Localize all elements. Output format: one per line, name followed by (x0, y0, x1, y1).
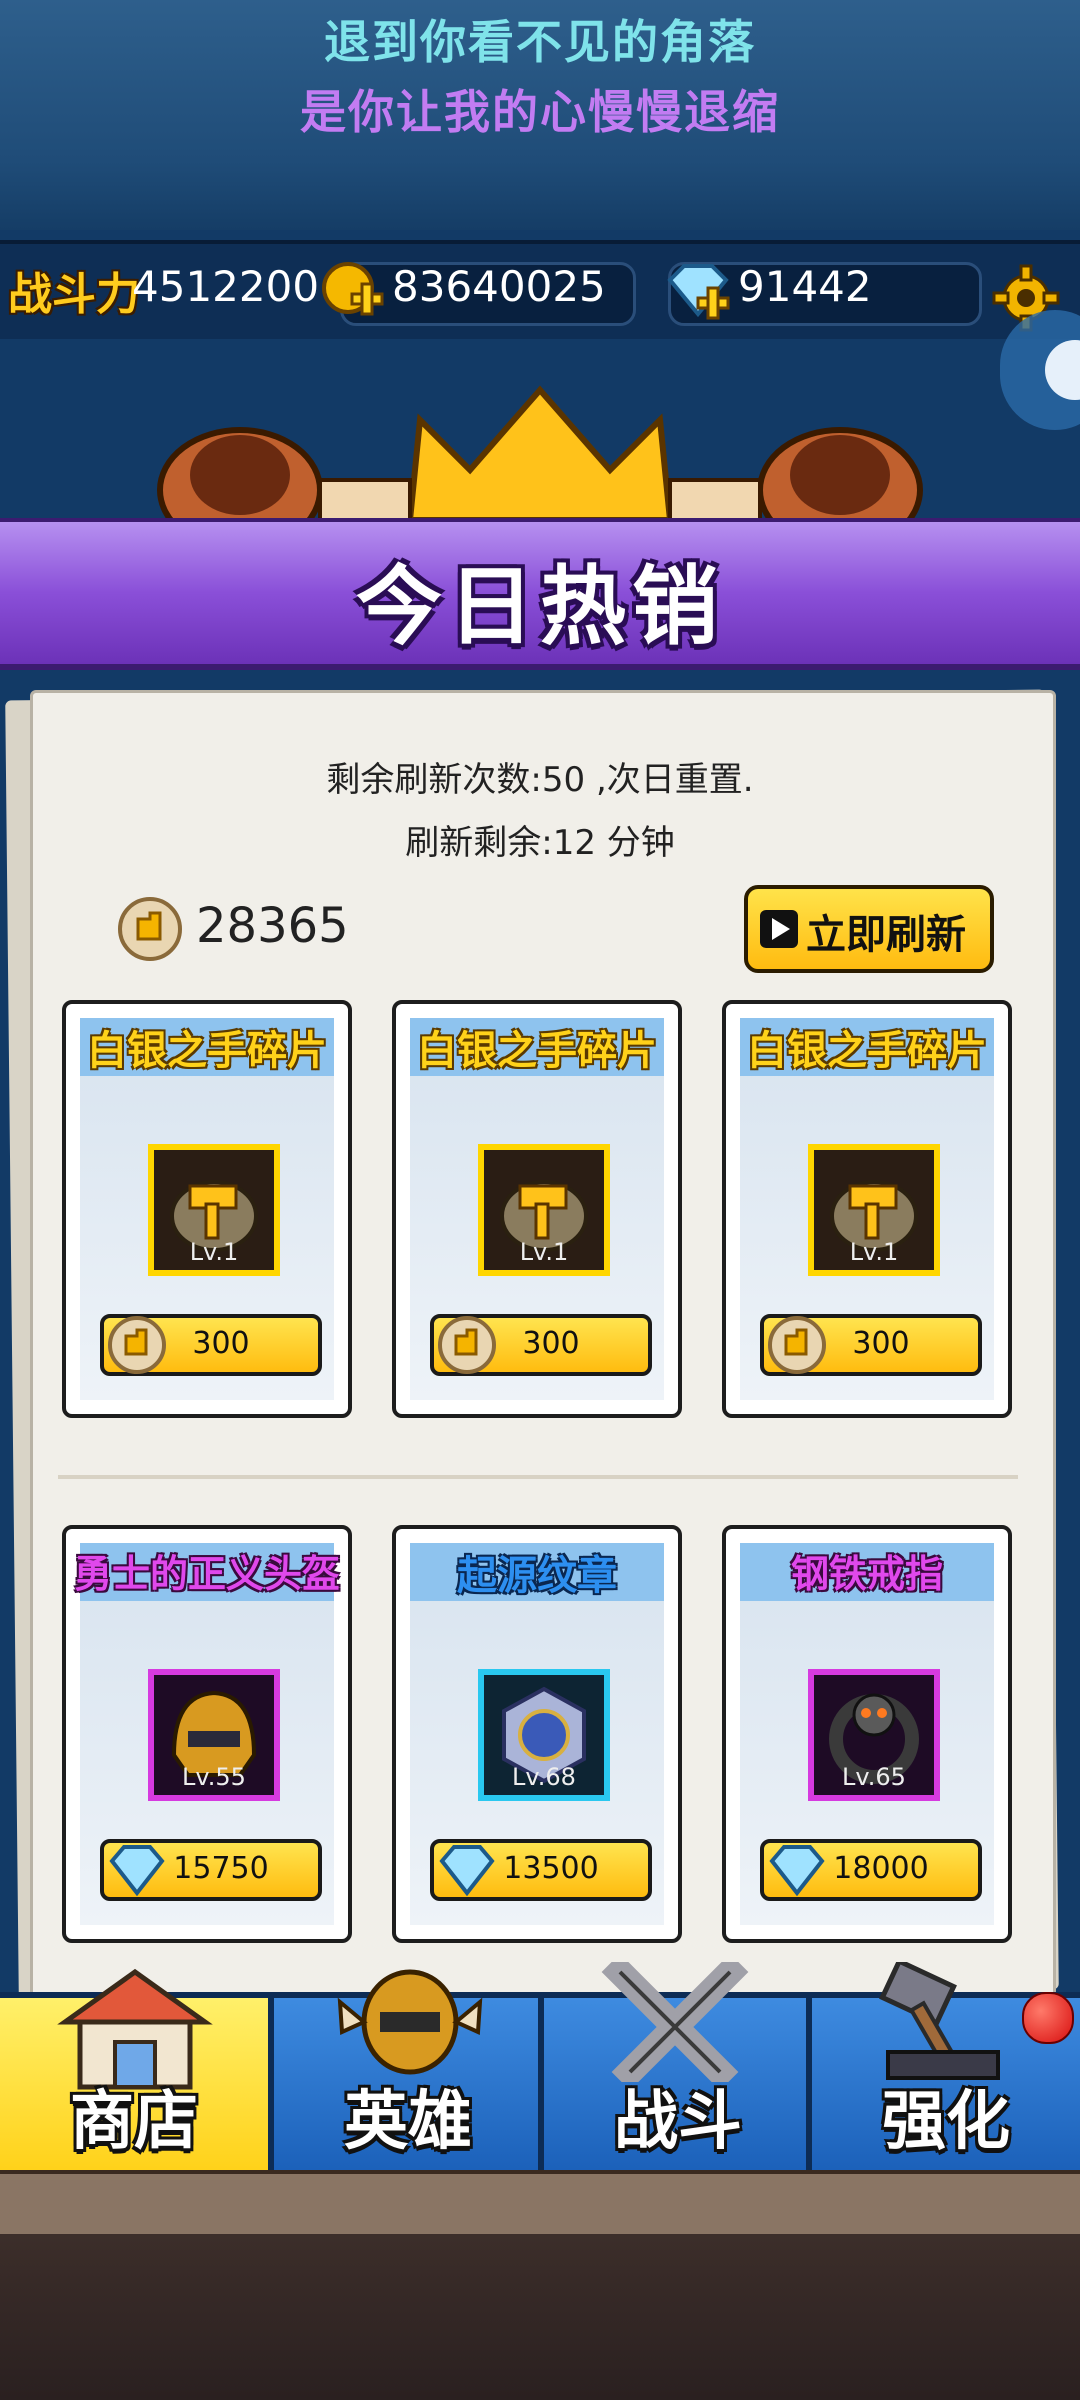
tab-enhance-label: 强化 (882, 2084, 1010, 2159)
item-price: 300 (522, 1326, 580, 1361)
item-level: Lv.65 (842, 1763, 906, 1791)
shop-item-card[interactable]: 钢铁戒指 Lv.65 18000 (722, 1525, 1012, 1943)
notification-badge (1022, 1992, 1074, 2044)
stone-border (0, 2170, 1080, 2238)
gem-value: 91442 (738, 262, 872, 311)
tab-heroes-label: 英雄 (344, 2084, 472, 2159)
item-price: 300 (192, 1326, 250, 1361)
item-icon-frame: Lv.65 (808, 1669, 940, 1801)
add-gold-icon[interactable] (318, 258, 388, 328)
item-price: 300 (852, 1326, 910, 1361)
refresh-count-text: 剩余刷新次数:50 ,次日重置. (326, 760, 754, 800)
item-icon-frame: Lv.1 (808, 1144, 940, 1276)
shop-item-card[interactable]: 起源纹章 Lv.68 13500 (392, 1525, 682, 1943)
item-name: 白银之手碎片 (747, 1028, 987, 1074)
lyric-line-1: 退到你看不见的角落 (324, 15, 756, 69)
shop-item-card[interactable]: 白银之手碎片 Lv.1 300 (392, 1000, 682, 1418)
lyric-line-2: 是你让我的心慢慢退缩 (300, 85, 780, 139)
combat-power-value: 4512200 (132, 262, 320, 311)
item-level: Lv.68 (512, 1763, 576, 1791)
item-price: 15750 (173, 1851, 269, 1886)
shop-item-card[interactable]: 白银之手碎片 Lv.1 300 (722, 1000, 1012, 1418)
item-level: Lv.1 (519, 1238, 569, 1266)
item-name: 钢铁戒指 (790, 1552, 943, 1596)
item-level: Lv.1 (849, 1238, 899, 1266)
medal-icon (118, 897, 182, 961)
item-level: Lv.55 (182, 1763, 246, 1791)
item-price: 13500 (503, 1851, 599, 1886)
forge-hammer-icon (879, 1962, 1000, 2080)
gold-value: 83640025 (392, 262, 606, 311)
item-icon-frame: Lv.55 (148, 1669, 280, 1801)
refresh-now-label: 立即刷新 (806, 911, 966, 958)
item-icon-frame: Lv.1 (478, 1144, 610, 1276)
crown-horns-decoration (157, 385, 923, 530)
item-level: Lv.1 (189, 1238, 239, 1266)
item-name: 白银之手碎片 (417, 1028, 657, 1074)
shop-item-card[interactable]: 勇士的正义头盔 Lv.55 15750 (62, 1525, 352, 1943)
item-name: 起源纹章 (457, 1553, 617, 1599)
refresh-timer-text: 刷新剩余:12 分钟 (405, 823, 675, 863)
medal-balance: 28365 (196, 898, 349, 954)
tab-shop-label: 商店 (70, 2084, 198, 2159)
hero-helmet-icon (337, 1969, 483, 2075)
combat-power-label: 战斗力 (8, 269, 140, 320)
video-play-icon (760, 910, 798, 948)
item-icon-frame: Lv.68 (478, 1669, 610, 1801)
add-gem-icon[interactable] (662, 258, 736, 332)
item-price: 18000 (833, 1851, 929, 1886)
crossed-swords-icon (601, 1962, 749, 2082)
item-name: 勇士的正义头盔 (73, 1552, 340, 1596)
shop-item-card[interactable]: 白银之手碎片 Lv.1 300 (62, 1000, 352, 1418)
item-name: 白银之手碎片 (87, 1028, 327, 1074)
banner-title: 今日热销 (356, 556, 724, 657)
ground-floor (0, 2234, 1080, 2400)
tab-battle-label: 战斗 (614, 2084, 742, 2159)
row-divider (58, 1475, 1018, 1479)
item-icon-frame: Lv.1 (148, 1144, 280, 1276)
